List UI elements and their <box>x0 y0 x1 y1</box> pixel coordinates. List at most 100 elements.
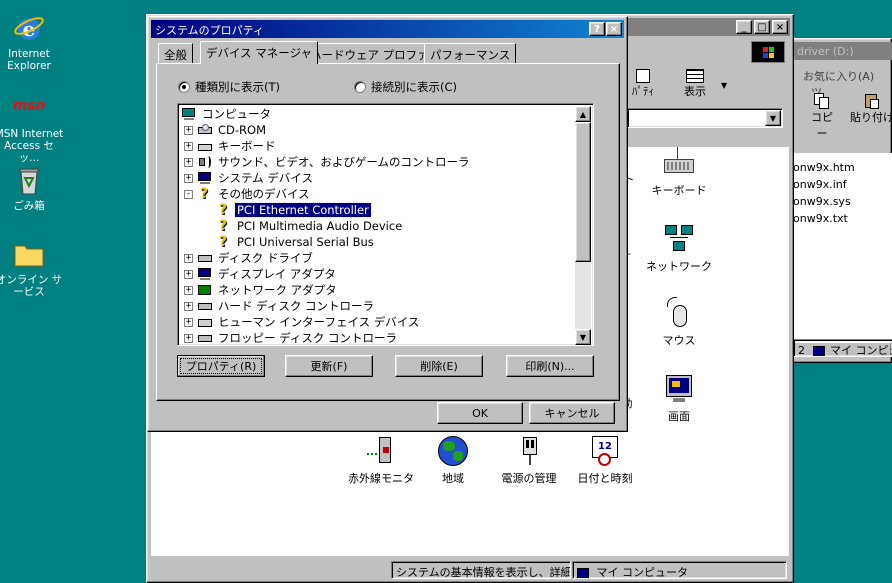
desktop-icon-msn[interactable]: msn MSN Internet Access セッ... <box>0 92 64 164</box>
tree-item-cdrom[interactable]: + CD-ROM <box>184 122 268 138</box>
button-label: 印刷(N)... <box>525 360 575 373</box>
expand-icon[interactable]: + <box>184 253 193 263</box>
help-button[interactable]: ? <box>589 22 605 36</box>
maximize-button[interactable]: □ <box>754 20 770 34</box>
expand-icon[interactable]: + <box>184 301 193 311</box>
properties-toolbar-button[interactable]: ﾊﾟﾃｨ <box>623 69 663 99</box>
cp-item-infrared[interactable]: 赤外線モニタ <box>341 435 421 486</box>
tree-item-network-adapters[interactable]: + ネットワーク アダプタ <box>184 282 339 298</box>
view-dropdown-arrow-icon[interactable]: ▼ <box>721 81 727 90</box>
tree-item-computer[interactable]: コンピュータ <box>181 106 273 122</box>
scroll-down-icon[interactable]: ▼ <box>575 329 591 345</box>
desktop-icon-label: MSN Internet Access セッ... <box>0 128 64 164</box>
tree-item-pci-audio[interactable]: ? PCI Multimedia Audio Device <box>216 218 404 234</box>
tree-item-pci-usb[interactable]: ? PCI Universal Serial Bus <box>216 234 376 250</box>
tab-label: パフォーマンス <box>430 48 511 62</box>
tree-item-pci-ethernet[interactable]: ? PCI Ethernet Controller <box>216 202 372 218</box>
cp-item-keyboard[interactable]: キーボード <box>639 147 719 198</box>
file-item[interactable]: onw9x.htm <box>793 161 855 174</box>
properties-button[interactable]: プロパティ(R) <box>177 355 265 377</box>
tree-item-keyboard[interactable]: + キーボード <box>184 138 278 154</box>
tree-scrollbar[interactable]: ▲ ▼ <box>575 106 591 345</box>
minimize-button[interactable]: _ <box>736 20 752 34</box>
expand-icon[interactable]: + <box>184 173 193 183</box>
radio-button[interactable] <box>354 81 366 93</box>
scrollbar-thumb[interactable] <box>575 122 591 262</box>
system-properties-dialog[interactable]: システムのプロパティ ? × 全般 デバイス マネージャ ハードウェア プロファ… <box>147 16 628 432</box>
desktop-icon-online-services[interactable]: オンライン サービス <box>0 238 64 298</box>
tree-item-sound[interactable]: + サウンド、ビデオ、およびゲームのコントローラ <box>184 154 472 170</box>
expand-icon[interactable]: + <box>184 317 193 327</box>
windows-logo-icon <box>751 41 785 63</box>
properties-icon <box>636 69 650 83</box>
unknown-device-icon: ? <box>219 202 228 218</box>
file-item[interactable]: onw9x.inf <box>793 178 847 191</box>
expand-icon[interactable]: + <box>184 125 193 135</box>
remove-button[interactable]: 削除(E) <box>395 355 483 377</box>
file-item[interactable]: onw9x.sys <box>793 195 851 208</box>
expand-icon[interactable]: + <box>184 333 193 343</box>
expand-icon[interactable]: + <box>184 269 193 279</box>
cp-item-label: キーボード <box>651 184 707 197</box>
svg-text:msn: msn <box>13 98 45 114</box>
cp-item-mouse[interactable]: マウス <box>639 297 719 348</box>
print-button[interactable]: 印刷(N)... <box>506 355 594 377</box>
paste-button[interactable]: 貼り付け <box>849 93 892 125</box>
desktop-icon-internet-explorer[interactable]: e Internet Explorer <box>0 12 64 72</box>
expand-icon[interactable]: + <box>184 141 193 151</box>
close-button[interactable]: × <box>772 20 788 34</box>
cancel-button[interactable]: キャンセル <box>529 402 615 424</box>
radio-button-selected[interactable] <box>178 81 190 93</box>
cp-item-regional[interactable]: 地域 <box>413 435 493 486</box>
device-tree[interactable]: コンピュータ + CD-ROM + キーボード + サウンド、ビデオ、およびゲー… <box>177 103 594 346</box>
cp-item-display[interactable]: 画面 <box>639 373 719 424</box>
computer-icon <box>812 346 825 356</box>
desktop-icon-recycle-bin[interactable]: ごみ箱 <box>0 164 64 212</box>
collapse-icon[interactable]: - <box>184 189 193 199</box>
refresh-button[interactable]: 更新(F) <box>285 355 373 377</box>
cdrom-icon <box>197 123 213 137</box>
expand-icon[interactable]: + <box>184 285 193 295</box>
tab-device-manager[interactable]: デバイス マネージャ <box>200 41 319 64</box>
copy-button[interactable]: コピー <box>807 93 837 141</box>
status-location: マイ コンピュータ <box>596 566 689 579</box>
tab-performance[interactable]: パフォーマンス <box>424 43 517 63</box>
cp-item-label: 日付と時刻 <box>577 472 633 485</box>
button-label: 更新(F) <box>310 360 348 373</box>
tree-item-display-adapters[interactable]: + ディスプレイ アダプタ <box>184 266 338 282</box>
ok-button[interactable]: OK <box>437 402 523 424</box>
tree-label: ディスク ドライブ <box>218 251 313 265</box>
radio-view-by-connection[interactable]: 接続別に表示(C) <box>354 79 457 95</box>
tree-item-other-devices[interactable]: - ? その他のデバイス <box>184 186 312 202</box>
computer-icon <box>181 107 197 121</box>
explorer-file-list[interactable]: onw9x.htm onw9x.inf onw9x.sys onw9x.txt <box>793 153 892 343</box>
expand-icon[interactable]: + <box>184 157 193 167</box>
tree-item-hid[interactable]: + ヒューマン インターフェイス デバイス <box>184 314 421 330</box>
address-bar[interactable]: ▼ <box>627 108 783 128</box>
tree-item-hdd-controllers[interactable]: + ハード ディスク コントローラ <box>184 298 376 314</box>
explorer-menu-favorites[interactable]: お気に入り(A) <box>803 70 874 83</box>
view-icon <box>686 69 704 83</box>
view-toolbar-button[interactable]: 表示 <box>675 69 715 99</box>
tree-item-system-devices[interactable]: + システム デバイス <box>184 170 315 186</box>
file-item[interactable]: onw9x.txt <box>793 212 848 225</box>
explorer-title-bar[interactable]: driver (D:) <box>793 42 892 60</box>
tree-item-disk-drives[interactable]: + ディスク ドライブ <box>184 250 315 266</box>
address-dropdown-button[interactable]: ▼ <box>765 110 781 126</box>
unknown-device-icon: ? <box>219 234 228 250</box>
scroll-up-icon[interactable]: ▲ <box>575 106 591 122</box>
dialog-title-bar[interactable]: システムのプロパティ ? × <box>151 20 624 38</box>
explorer-window[interactable]: driver (D:) お気に入り(A) ツ コピー 貼り付け onw9x.ht… <box>792 38 892 363</box>
cp-item-network[interactable]: ネットワーク <box>639 223 719 274</box>
tree-item-floppy-controllers[interactable]: + フロッピー ディスク コントローラ <box>184 330 399 345</box>
cp-item-power[interactable]: 電源の管理 <box>489 435 569 486</box>
radio-view-by-type[interactable]: 種類別に表示(T) <box>178 79 280 95</box>
dialog-title: システムのプロパティ <box>155 24 265 37</box>
tree-label: フロッピー ディスク コントローラ <box>218 331 398 345</box>
cp-item-label: 画面 <box>668 410 690 423</box>
recycle-bin-icon <box>13 164 45 196</box>
cp-item-date-time[interactable]: 12 日付と時刻 <box>565 435 645 486</box>
close-button[interactable]: × <box>606 22 622 36</box>
tab-general[interactable]: 全般 <box>158 43 193 63</box>
tree-label: サウンド、ビデオ、およびゲームのコントローラ <box>218 155 470 169</box>
